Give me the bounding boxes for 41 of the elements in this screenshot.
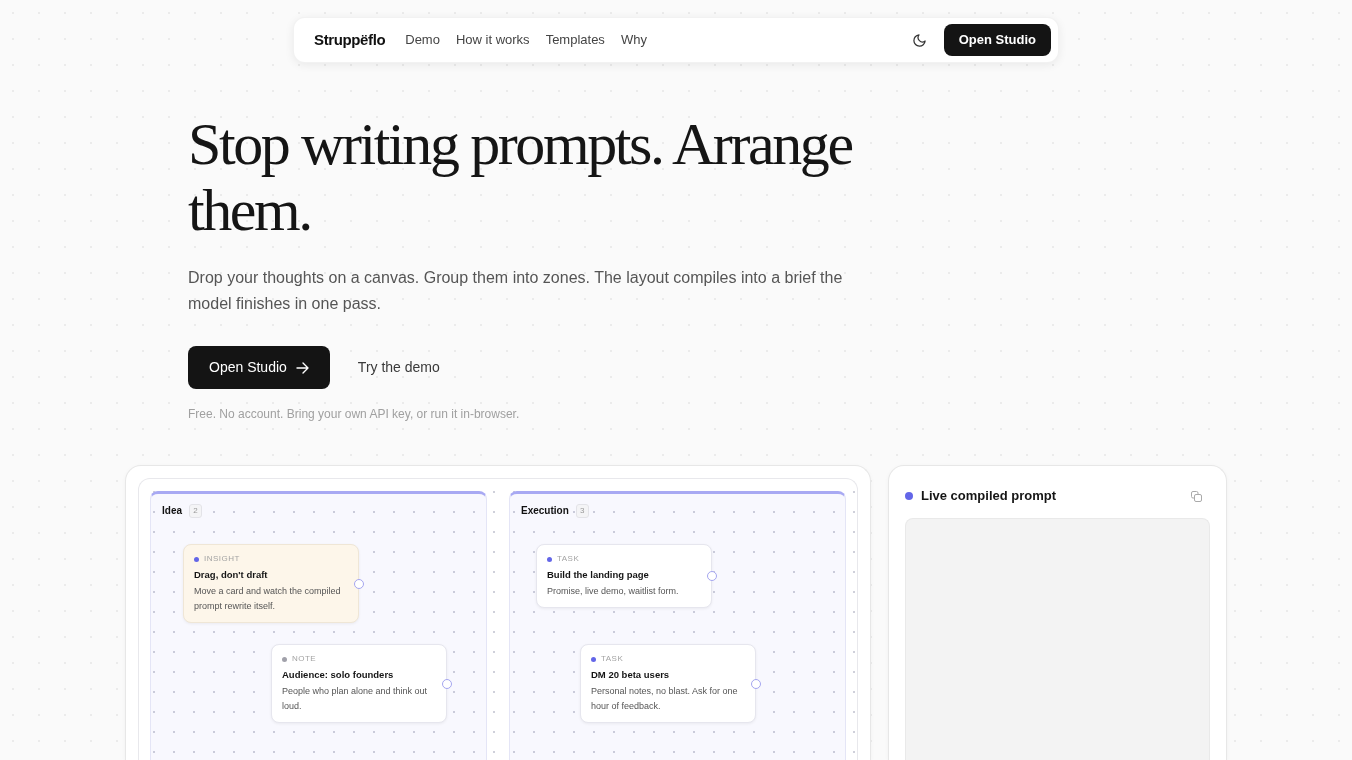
card-description: People who plan alone and think out loud.	[282, 685, 429, 713]
logo-wordmark[interactable]: Struppëflo	[314, 28, 386, 52]
card-type-label: TASK	[601, 653, 624, 665]
footnote-text: Free. No account. Bring your own API key, or run it in-browser.	[188, 406, 521, 422]
zone-title: Execution	[521, 504, 569, 518]
card-count: 2	[189, 503, 202, 518]
note-card[interactable]: TASK DM 20 beta users Personal notes, no blast. Ask for one hour of feedback.	[580, 644, 756, 723]
card-type-label: TASK	[557, 553, 580, 565]
card-description: Move a card and watch the compiled prompt rewrite itself.	[194, 585, 342, 613]
card-title: Drag, don't draft	[194, 569, 269, 581]
panel-title: Live compiled prompt	[921, 487, 1057, 506]
card-description: Personal notes, no blast. Ask for one hour of feedback.	[591, 685, 739, 713]
copy-icon	[1190, 490, 1202, 502]
live-dot-icon	[905, 492, 913, 500]
card-title: Audience: solo founders	[282, 669, 395, 681]
card-title: Build the landing page	[547, 569, 650, 581]
arrow-right-icon	[295, 361, 309, 374]
connector-handle[interactable]	[442, 678, 452, 689]
card-type-label: NOTE	[292, 653, 317, 665]
connector-handle[interactable]	[707, 571, 717, 581]
card-type-label: INSIGHT	[204, 553, 240, 565]
try-demo-link[interactable]: Try the demo	[357, 357, 440, 378]
nav-link[interactable]: Templates	[545, 30, 605, 50]
note-card[interactable]: NOTE Audience: solo founders People who plan alone and think out loud.	[271, 644, 447, 723]
nav-link[interactable]: Demo	[405, 30, 440, 50]
copy-button[interactable]	[1190, 490, 1202, 502]
open-studio-button[interactable]: Open Studio	[188, 346, 330, 389]
connector-handle[interactable]	[354, 578, 364, 589]
card-title: DM 20 beta users	[591, 669, 671, 681]
card-description: Promise, live demo, waitlist form.	[547, 585, 680, 598]
hero-heading: Stop writing prompts. Arrange them.	[188, 111, 853, 243]
card-count: 3	[575, 503, 589, 518]
zone-title: Idea	[162, 504, 182, 518]
nav-link[interactable]: Why	[620, 30, 647, 50]
connector-handle[interactable]	[751, 678, 761, 689]
nav-link[interactable]: How it works	[455, 30, 530, 50]
note-card[interactable]: INSIGHT Drag, don't draft Move a card and watch the compiled prompt rewrite itself.	[183, 544, 359, 623]
note-card[interactable]: TASK Build the landing page Promise, live demo, waitlist form.	[536, 544, 712, 608]
open-studio-button[interactable]: Open Studio	[943, 24, 1051, 56]
hero-description: Drop your thoughts on a canvas. Group them into zones. The layout compiles into a brief the model finishes in one pass.	[188, 268, 844, 314]
moon-icon	[912, 32, 928, 48]
